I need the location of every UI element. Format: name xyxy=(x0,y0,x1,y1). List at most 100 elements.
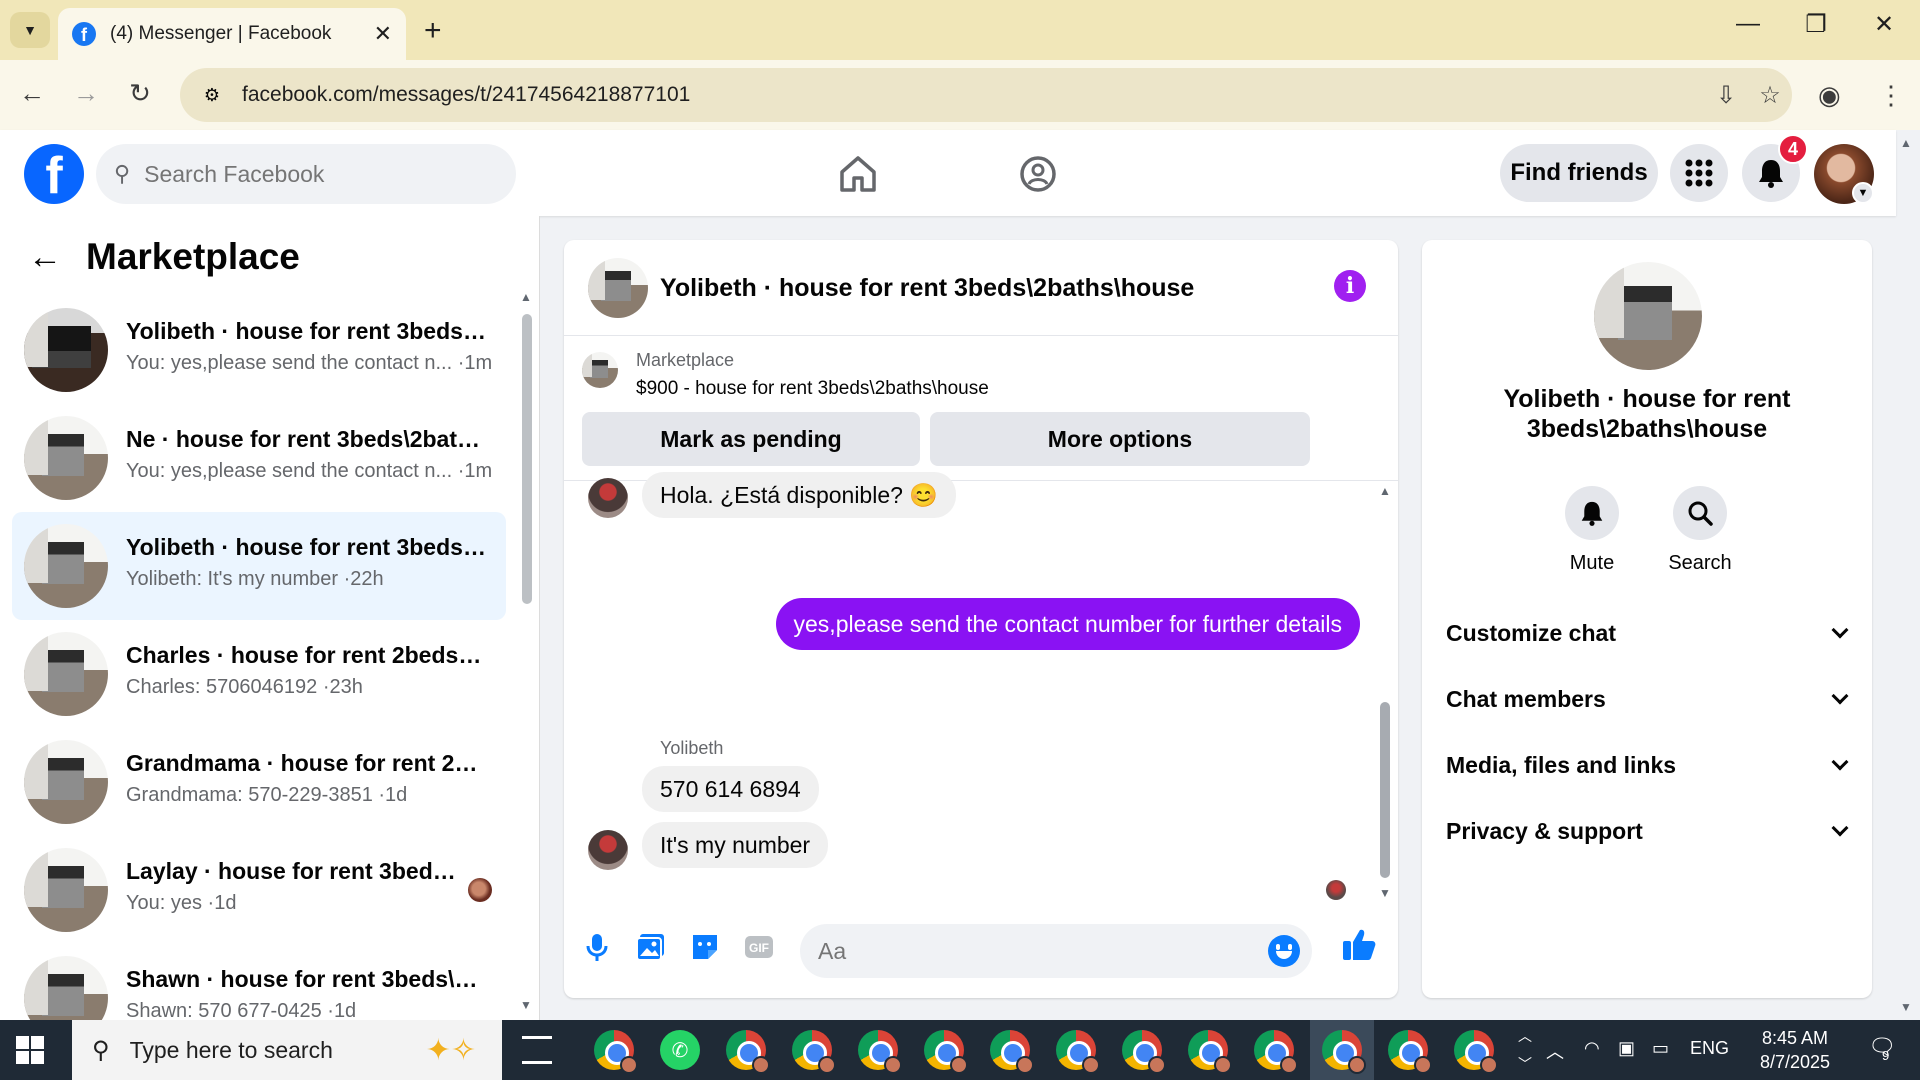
chrome-app-icon[interactable] xyxy=(1122,1030,1166,1074)
chrome-app-icon[interactable] xyxy=(594,1030,638,1074)
conversation-item[interactable]: Charles · house for rent 2beds\2baths\ho… xyxy=(12,620,506,728)
more-options-button[interactable]: More options xyxy=(930,412,1310,466)
svg-text:GIF: GIF xyxy=(749,941,769,955)
chat-scrollbar[interactable] xyxy=(1380,702,1390,878)
chat-title[interactable]: Yolibeth · house for rent 3beds\2baths\h… xyxy=(660,274,1194,303)
sticker-icon[interactable] xyxy=(688,930,722,964)
chat-scroll-down-arrow[interactable]: ▼ xyxy=(1379,886,1391,900)
search-conversation-button[interactable]: Search xyxy=(1650,486,1750,575)
restore-button[interactable]: ❐ xyxy=(1796,10,1836,39)
message-bubble-incoming: 570 614 6894 xyxy=(642,766,819,812)
windows-start-icon[interactable] xyxy=(16,1036,44,1064)
chrome-app-icon[interactable] xyxy=(726,1030,770,1074)
chrome-app-icon[interactable] xyxy=(1454,1030,1498,1074)
taskbar-scroll-up-icon[interactable]: ︿ xyxy=(1518,1026,1532,1046)
sender-avatar[interactable] xyxy=(588,478,628,518)
mark-as-pending-button[interactable]: Mark as pending xyxy=(582,412,920,466)
list-scroll-up-arrow[interactable]: ▲ xyxy=(520,290,532,304)
chat-members-row[interactable]: Chat members xyxy=(1446,674,1856,724)
url-text[interactable]: facebook.com/messages/t/2417456421887710… xyxy=(242,83,1704,107)
chat-profile-thumbnail[interactable] xyxy=(1594,262,1702,370)
find-friends-button[interactable]: Find friends xyxy=(1500,144,1658,202)
address-bar[interactable]: ⚙ facebook.com/messages/t/24174564218877… xyxy=(180,68,1792,122)
conversation-name: Yolibeth · house for rent 3beds\2baths\h… xyxy=(126,318,486,344)
bell-icon xyxy=(1759,160,1783,188)
chrome-app-icon[interactable] xyxy=(858,1030,902,1074)
media-files-links-row[interactable]: Media, files and links xyxy=(1446,740,1856,790)
chrome-app-icon[interactable] xyxy=(792,1030,836,1074)
home-icon[interactable] xyxy=(834,150,882,198)
page-scroll-up-arrow[interactable]: ▲ xyxy=(1900,136,1912,150)
tab-search-button[interactable]: ▼ xyxy=(10,12,50,48)
chrome-app-icon[interactable] xyxy=(1254,1030,1298,1074)
conversation-item[interactable]: Grandmama · house for rent 2beds\house G… xyxy=(12,728,506,836)
language-indicator[interactable]: ENG xyxy=(1690,1038,1729,1059)
taskbar-clock[interactable]: 8:45 AM 8/7/2025 xyxy=(1740,1026,1850,1074)
conversation-item[interactable]: Ne · house for rent 3beds\2baths\house Y… xyxy=(12,404,506,512)
sender-name: Yolibeth xyxy=(660,738,724,758)
facebook-logo[interactable]: f xyxy=(24,144,84,204)
back-button[interactable]: ← xyxy=(14,78,50,109)
menu-grid-button[interactable] xyxy=(1670,144,1728,202)
message-composer[interactable] xyxy=(800,924,1312,978)
meet-now-icon[interactable]: ▣ xyxy=(1618,1038,1635,1059)
show-hidden-icons-icon[interactable]: ︿ xyxy=(1546,1038,1564,1064)
chrome-app-icon[interactable] xyxy=(1056,1030,1100,1074)
sender-avatar[interactable] xyxy=(588,830,628,870)
forward-button[interactable]: → xyxy=(68,78,104,109)
facebook-search-input[interactable] xyxy=(144,160,465,188)
profile-icon[interactable]: ◉ xyxy=(1818,80,1841,111)
list-scroll-down-arrow[interactable]: ▼ xyxy=(520,998,532,1012)
close-window-button[interactable]: ✕ xyxy=(1864,10,1904,39)
list-scrollbar[interactable] xyxy=(522,314,532,604)
photo-icon[interactable] xyxy=(634,930,668,964)
groups-icon[interactable] xyxy=(1014,150,1062,198)
conversation-item[interactable]: Laylay · house for rent 3beds\2baths\hou… xyxy=(12,836,506,944)
chrome-app-icon[interactable] xyxy=(990,1030,1034,1074)
message-bubble-incoming: It's my number xyxy=(642,822,829,868)
emoji-icon[interactable] xyxy=(1268,935,1300,967)
wifi-icon[interactable]: ◠ xyxy=(1584,1038,1600,1059)
conversation-preview: Shawn: 570 677-0425 ·1d xyxy=(126,1000,357,1020)
chevron-down-icon[interactable]: ▼ xyxy=(1852,182,1874,204)
task-view-icon[interactable] xyxy=(522,1036,552,1064)
conversation-item-active[interactable]: Yolibeth · house for rent 3beds\2baths\h… xyxy=(12,512,506,620)
chat-thumbnail[interactable] xyxy=(588,258,648,318)
gif-icon[interactable]: GIF xyxy=(742,930,776,964)
install-app-icon[interactable]: ⇩ xyxy=(1704,81,1748,110)
privacy-support-row[interactable]: Privacy & support xyxy=(1446,806,1856,856)
info-icon[interactable]: i xyxy=(1334,270,1366,302)
listing-title[interactable]: $900 - house for rent 3beds\2baths\house xyxy=(636,378,989,400)
search-label: Search xyxy=(1668,552,1732,574)
conversation-item[interactable]: Shawn · house for rent 3beds\2baths\hous… xyxy=(12,944,506,1020)
message-input[interactable] xyxy=(818,937,1268,965)
site-info-icon[interactable]: ⚙ xyxy=(196,79,228,111)
page-scroll-down-arrow[interactable]: ▼ xyxy=(1900,1000,1912,1014)
browser-tab[interactable]: f (4) Messenger | Facebook ✕ xyxy=(58,8,406,60)
chat-info-panel: Yolibeth · house for rent 3beds\2baths\h… xyxy=(1422,240,1872,998)
customize-chat-row[interactable]: Customize chat xyxy=(1446,608,1856,658)
chrome-app-icon[interactable] xyxy=(924,1030,968,1074)
taskbar-scroll-down-icon[interactable]: ﹀ xyxy=(1518,1054,1532,1074)
new-tab-button[interactable]: + xyxy=(424,14,442,48)
browser-menu-icon[interactable]: ⋮ xyxy=(1878,80,1904,111)
chrome-app-icon[interactable] xyxy=(1188,1030,1232,1074)
minimize-button[interactable]: — xyxy=(1728,10,1768,38)
battery-icon[interactable]: ▭ xyxy=(1652,1038,1669,1059)
reload-button[interactable]: ↻ xyxy=(122,78,158,109)
facebook-search[interactable]: ⚲ xyxy=(96,144,516,204)
mute-button[interactable]: Mute xyxy=(1542,486,1642,575)
conversation-item[interactable]: Yolibeth · house for rent 3beds\2baths\h… xyxy=(12,296,506,404)
tab-close-icon[interactable]: ✕ xyxy=(374,21,392,47)
listing-thumbnail xyxy=(24,524,108,608)
chrome-app-icon-active[interactable] xyxy=(1322,1030,1366,1074)
chat-scroll-up-arrow[interactable]: ▲ xyxy=(1379,484,1391,498)
bookmark-star-icon[interactable]: ☆ xyxy=(1748,81,1792,110)
chrome-app-icon[interactable] xyxy=(1388,1030,1432,1074)
taskbar-search[interactable]: ⚲ Type here to search ✦✧ xyxy=(72,1020,502,1080)
whatsapp-app-icon[interactable]: ✆ xyxy=(660,1030,700,1070)
copilot-sparkle-icon[interactable]: ✦✧ xyxy=(426,1033,476,1068)
microphone-icon[interactable] xyxy=(580,930,614,964)
back-arrow-icon[interactable]: ← xyxy=(28,238,62,277)
thumbs-up-icon[interactable] xyxy=(1340,926,1378,964)
